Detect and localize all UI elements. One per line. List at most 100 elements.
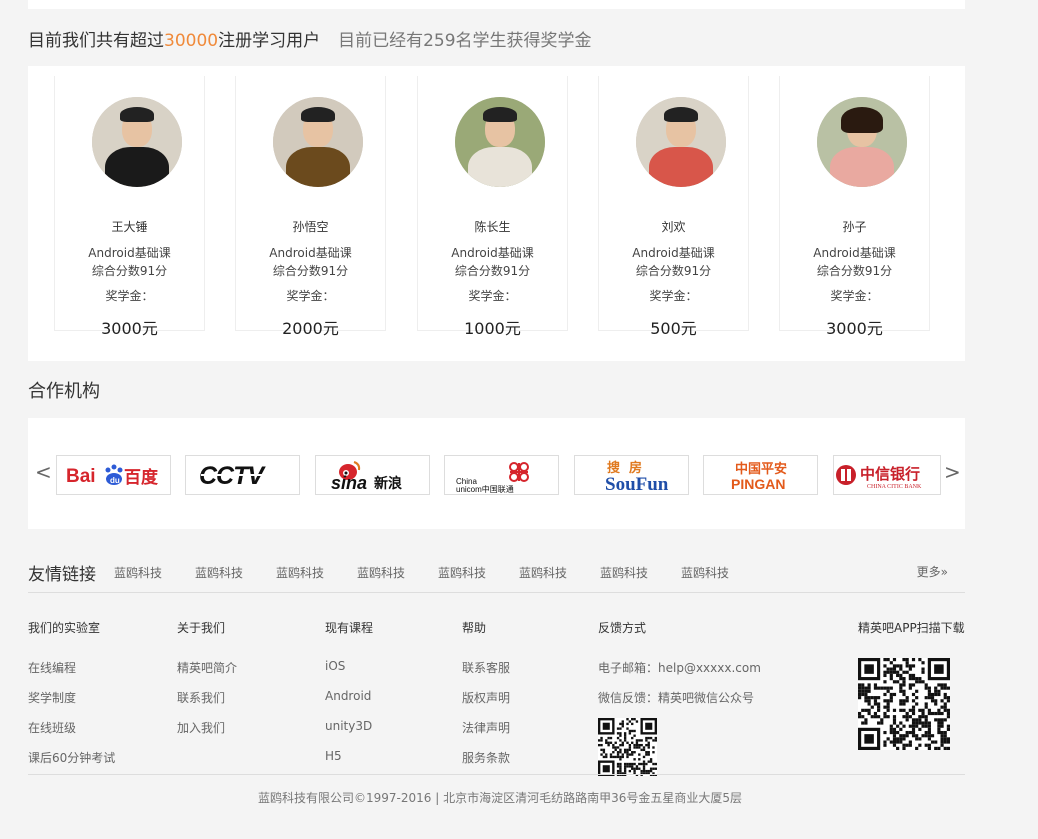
student-course: Android基础课: [88, 246, 171, 260]
friend-links-bar: 友情链接 蓝鸥科技 蓝鸥科技 蓝鸥科技 蓝鸥科技 蓝鸥科技 蓝鸥科技 蓝鸥科技 …: [28, 557, 965, 593]
svg-text:du: du: [110, 476, 120, 485]
friend-link[interactable]: 蓝鸥科技: [519, 564, 567, 581]
svg-text:中国平安: 中国平安: [735, 461, 787, 477]
footer-link-legal[interactable]: 法律声明: [462, 719, 510, 736]
friend-link[interactable]: 蓝鸥科技: [276, 564, 324, 581]
svg-text:SouFun: SouFun: [605, 474, 669, 492]
footer-link-customer-service[interactable]: 联系客服: [462, 659, 510, 676]
svg-text:unicom中国联通: unicom中国联通: [456, 484, 514, 493]
student-card[interactable]: 王大锤 Android基础课 综合分数91分 奖学金： 3000元: [54, 76, 205, 338]
partners-title: 合作机构: [28, 381, 100, 402]
friend-link[interactable]: 蓝鸥科技: [357, 564, 405, 581]
scholarship-amount: 3000元: [101, 319, 158, 338]
avatar-body: [105, 147, 169, 187]
friend-link[interactable]: 蓝鸥科技: [681, 564, 729, 581]
footer-link-online-class[interactable]: 在线班级: [28, 719, 76, 736]
student-card[interactable]: 刘欢 Android基础课 综合分数91分 奖学金： 500元: [598, 76, 749, 338]
partner-logo-sina[interactable]: sina 新浪: [315, 455, 430, 495]
student-score: 综合分数91分: [454, 264, 531, 278]
footer-divider: [28, 774, 965, 775]
scholarship-label: 奖学金：: [830, 289, 879, 303]
footer-col-title-about: 关于我们: [177, 621, 226, 635]
carousel-prev-arrow[interactable]: <: [35, 460, 52, 484]
svg-text:百度: 百度: [124, 467, 159, 488]
svg-text:中信银行: 中信银行: [860, 465, 920, 483]
footer-link-h5[interactable]: H5: [325, 749, 342, 763]
friend-link[interactable]: 蓝鸥科技: [600, 564, 648, 581]
avatar-body: [830, 147, 894, 187]
avatar-hair: [483, 107, 517, 122]
student-score: 综合分数91分: [635, 264, 712, 278]
stats-heading: 目前我们共有超过30000注册学习用户 目前已经有259名学生获得奖学金: [28, 26, 592, 51]
student-avatar: [817, 97, 907, 187]
partner-logo-cctv[interactable]: CCTV: [185, 455, 300, 495]
footer-link-exam[interactable]: 课后60分钟考试: [28, 749, 115, 766]
scholarship-students-panel: 王大锤 Android基础课 综合分数91分 奖学金： 3000元 孙悟空 Android基…: [28, 66, 965, 361]
student-avatar: [92, 97, 182, 187]
partner-logo-china-unicom[interactable]: China unicom中国联通: [444, 455, 559, 495]
svg-text:sina: sina: [331, 473, 367, 492]
friend-link[interactable]: 蓝鸥科技: [438, 564, 486, 581]
scholarship-label: 奖学金：: [649, 289, 698, 303]
footer-link-unity3d[interactable]: unity3D: [325, 719, 372, 733]
footer-link-copyright[interactable]: 版权声明: [462, 689, 510, 706]
scholarship-label: 奖学金：: [286, 289, 335, 303]
wechat-qr-code: [598, 718, 657, 776]
more-links-button[interactable]: 更多»: [917, 563, 948, 580]
student-avatar: [273, 97, 363, 187]
student-score: 综合分数91分: [816, 264, 893, 278]
footer-link-join[interactable]: 加入我们: [177, 719, 225, 736]
scholarship-amount: 3000元: [826, 319, 883, 338]
student-card[interactable]: 孙子 Android基础课 综合分数91分 奖学金： 3000元: [779, 76, 930, 338]
student-name: 孙子: [842, 220, 867, 234]
svg-text:新浪: 新浪: [374, 475, 402, 492]
scholarship-label: 奖学金：: [468, 289, 517, 303]
avatar-body: [286, 147, 350, 187]
student-score: 综合分数91分: [272, 264, 349, 278]
scholarship-amount: 1000元: [464, 319, 521, 338]
student-name: 陈长生: [474, 220, 511, 234]
avatar-body: [468, 147, 532, 187]
app-download-title: 精英吧APP扫描下载: [858, 621, 965, 635]
user-count-highlight: 30000: [164, 31, 219, 51]
friend-link[interactable]: 蓝鸥科技: [114, 564, 162, 581]
footer-col-title-feedback: 反馈方式: [598, 621, 647, 635]
student-course: Android基础课: [813, 246, 896, 260]
friend-links-title: 友情链接: [28, 565, 96, 585]
app-download-qr-code: [858, 658, 950, 750]
footer-link-online-coding[interactable]: 在线编程: [28, 659, 76, 676]
student-card[interactable]: 陈长生 Android基础课 综合分数91分 奖学金： 1000元: [417, 76, 568, 338]
feedback-wechat: 微信反馈：精英吧微信公众号: [598, 691, 755, 705]
avatar-hair: [664, 107, 698, 122]
footer-link-scholarship-system[interactable]: 奖学制度: [28, 689, 76, 706]
student-course: Android基础课: [451, 246, 534, 260]
copyright-text: 蓝鸥科技有限公司©1997-2016 | 北京市海淀区清河毛纺路路南甲36号金五…: [258, 791, 742, 805]
stats-title: 目前我们共有超过30000注册学习用户: [28, 31, 321, 51]
footer-link-android[interactable]: Android: [325, 689, 371, 703]
partner-logo-soufun[interactable]: 搜 房 SouFun: [574, 455, 689, 495]
scholarship-amount: 2000元: [282, 319, 339, 338]
footer-col-title-help: 帮助: [462, 621, 487, 635]
footer-link-terms[interactable]: 服务条款: [462, 749, 510, 766]
student-card[interactable]: 孙悟空 Android基础课 综合分数91分 奖学金： 2000元: [235, 76, 386, 338]
friend-link[interactable]: 蓝鸥科技: [195, 564, 243, 581]
footer-col-title-courses: 现有课程: [325, 621, 374, 635]
footer-link-intro[interactable]: 精英吧简介: [177, 659, 237, 676]
partner-logo-citic-bank[interactable]: 中信银行 CHINA CITIC BANK: [833, 455, 941, 495]
student-name: 孙悟空: [292, 220, 329, 234]
partner-logo-baidu[interactable]: Bai du 百度: [56, 455, 171, 495]
footer-col-title-lab: 我们的实验室: [28, 621, 101, 635]
footer-link-contact[interactable]: 联系我们: [177, 689, 225, 706]
footer-link-ios[interactable]: iOS: [325, 659, 345, 673]
student-avatar: [455, 97, 545, 187]
avatar-hair: [301, 107, 335, 122]
svg-text:CHINA CITIC BANK: CHINA CITIC BANK: [867, 484, 922, 490]
carousel-next-arrow[interactable]: >: [944, 460, 961, 484]
student-score: 综合分数91分: [91, 264, 168, 278]
feedback-email: 电子邮箱：help@xxxxx.com: [598, 661, 761, 675]
partner-logo-pingan[interactable]: 中国平安 PINGAN: [703, 455, 818, 495]
avatar-hair: [120, 107, 154, 122]
top-content-edge: [28, 0, 965, 9]
student-name: 王大锤: [111, 220, 148, 234]
scholarship-label: 奖学金：: [105, 289, 154, 303]
